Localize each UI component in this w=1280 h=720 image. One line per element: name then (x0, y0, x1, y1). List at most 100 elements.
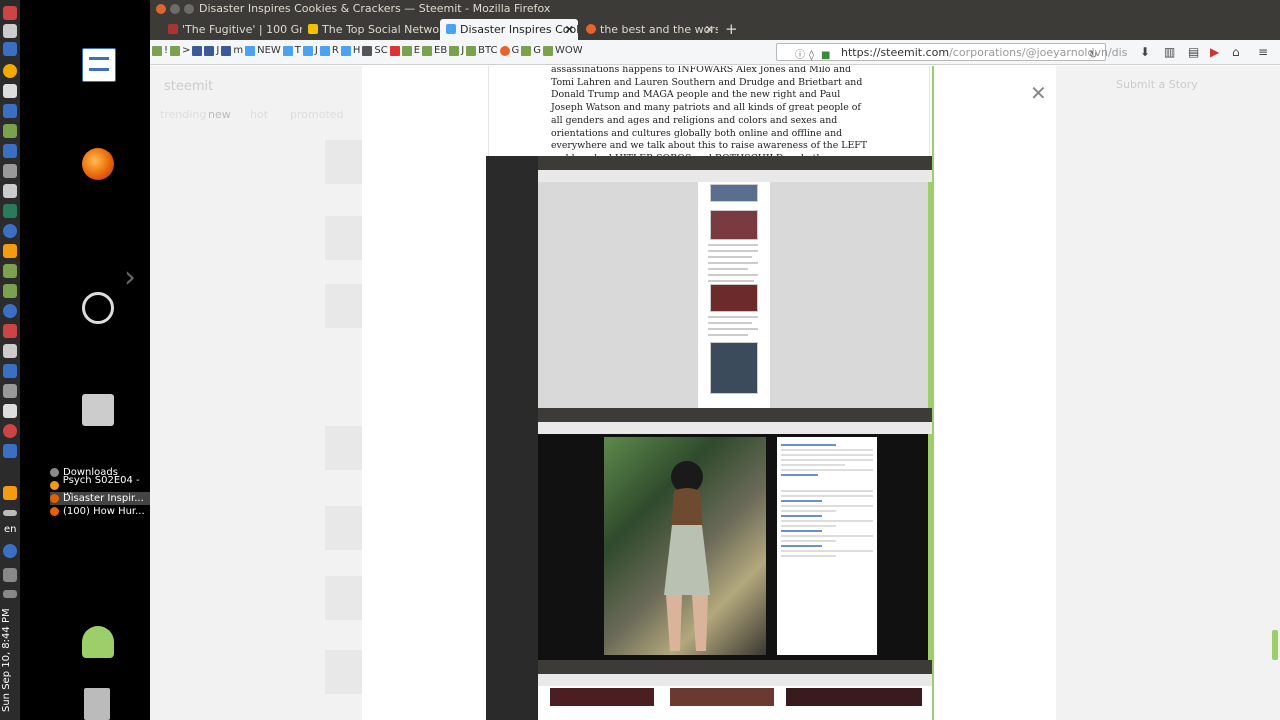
close-window-button[interactable] (156, 4, 166, 14)
bookmark[interactable]: H (340, 45, 360, 56)
bookmark[interactable]: J (302, 45, 318, 56)
steemit-logo: steemit (164, 79, 214, 94)
vlc-icon[interactable] (3, 244, 17, 258)
app-icon[interactable] (3, 384, 17, 398)
ubuntu-icon[interactable] (82, 292, 114, 324)
nav-trending: trending (160, 108, 207, 121)
nav-promoted: promoted (290, 108, 344, 121)
tab-active[interactable]: Disaster Inspires Cooki ✕ (440, 19, 578, 40)
app-icon[interactable] (3, 24, 17, 38)
shield-icon[interactable]: ◊ (809, 47, 814, 65)
bitcoin-icon[interactable] (3, 64, 17, 78)
embedded-titlebar (538, 156, 932, 170)
embedded-titlebar (538, 408, 932, 422)
bookmark[interactable]: J (449, 45, 464, 56)
bookmark[interactable]: R (319, 45, 339, 56)
bookmark[interactable]: > (170, 45, 190, 56)
close-tab-icon[interactable]: ✕ (565, 19, 574, 40)
folder-icon (401, 45, 412, 56)
folder-icon (152, 45, 162, 56)
post-image[interactable] (486, 156, 932, 720)
steemit-icon (446, 24, 456, 34)
app-icon[interactable] (3, 264, 17, 278)
trash-icon[interactable] (84, 688, 110, 720)
firefox-icon[interactable] (82, 148, 114, 180)
youtube-icon (389, 45, 400, 56)
download-icon[interactable]: ⬇ (1140, 45, 1150, 59)
tab[interactable]: 'The Fugitive' | 100 Gre (162, 19, 302, 40)
battery-icon[interactable] (3, 590, 17, 598)
menu-icon[interactable]: ≡ (1258, 45, 1268, 59)
bookmark[interactable]: T (282, 45, 301, 56)
tab[interactable]: the best and the worst ✕ (580, 19, 718, 40)
dock-item[interactable]: Psych S02E04 - ... (50, 475, 150, 497)
app-icon[interactable] (3, 124, 17, 138)
scrollbar-thumb[interactable] (1272, 630, 1278, 660)
app-icon[interactable] (3, 42, 17, 56)
bookmark[interactable]: J (192, 45, 219, 56)
app-icon[interactable] (3, 444, 17, 458)
url-bar[interactable]: ⓘ ◊ ■ https://steemit.com/corporations/@… (776, 43, 1127, 61)
folder-icon (50, 468, 59, 477)
chrome-icon[interactable] (3, 304, 17, 318)
home-icon[interactable]: ⌂ (1232, 45, 1240, 59)
photo-motorbike-rider (604, 437, 766, 655)
bookmark[interactable]: SC (362, 45, 388, 56)
app-icon[interactable] (3, 324, 17, 338)
lock-icon[interactable]: ■ (821, 47, 830, 65)
app-icon[interactable] (3, 224, 17, 238)
wifi-icon[interactable] (3, 510, 17, 516)
bookmark[interactable]: ! (152, 45, 168, 56)
user-icon[interactable] (82, 626, 114, 658)
bookmark[interactable]: G (499, 45, 519, 56)
rider-figure (664, 461, 710, 651)
language-indicator[interactable]: en (4, 524, 17, 535)
new-tab-button[interactable]: + (725, 19, 738, 40)
app-icon[interactable] (3, 284, 17, 298)
sidebar-icon[interactable]: ▤ (1188, 45, 1199, 59)
app-icon[interactable] (3, 184, 17, 198)
close-modal-icon[interactable]: ✕ (1030, 81, 1047, 105)
bookmark[interactable]: E (389, 45, 420, 56)
window-title: Disaster Inspires Cookies & Crackers — S… (199, 2, 551, 15)
app-icon[interactable] (3, 344, 17, 358)
app-icon[interactable] (3, 84, 17, 98)
facebook-icon (204, 45, 215, 56)
clock[interactable]: Sun Sep 10, 8:44 PM (1, 605, 19, 715)
app-icon[interactable] (3, 6, 17, 20)
app-icon[interactable] (3, 364, 17, 378)
bookmark[interactable]: m (221, 45, 243, 56)
reload-icon[interactable]: ↻ (1089, 47, 1097, 65)
app-icon[interactable] (3, 544, 17, 558)
volume-icon[interactable] (3, 568, 17, 582)
nav-bar: ! > J m NEW T J R H SC E EB J BTC G G WO… (150, 40, 1280, 65)
youtube-icon[interactable]: ▶ (1210, 45, 1219, 59)
bookmark[interactable]: BTC (466, 45, 498, 56)
bookmark[interactable]: NEW (245, 45, 281, 56)
minimize-window-button[interactable] (170, 4, 180, 14)
app-icon[interactable] (3, 164, 17, 178)
bookmark-icon (362, 45, 373, 56)
calculator-icon[interactable] (3, 104, 17, 118)
dock-item[interactable]: Disaster Inspir... (50, 492, 150, 505)
library-icon[interactable]: ▥ (1164, 45, 1175, 59)
close-tab-icon[interactable]: ✕ (705, 19, 714, 40)
terminal-icon[interactable] (3, 204, 17, 218)
bookmark[interactable]: EB (422, 45, 447, 56)
vlc-icon[interactable] (3, 486, 17, 500)
chevron-right-icon[interactable]: › (124, 260, 136, 295)
app-icon[interactable] (3, 404, 17, 418)
maximize-window-button[interactable] (184, 4, 194, 14)
app-icon[interactable] (3, 424, 17, 438)
tab[interactable]: The Top Social Networ (302, 19, 440, 40)
firefox-icon (50, 494, 59, 503)
title-bar[interactable]: Disaster Inspires Cookies & Crackers — S… (150, 0, 1280, 18)
bookmark[interactable]: WOW (543, 45, 583, 56)
dock-item[interactable]: (100) How Hur... (50, 505, 150, 518)
info-icon[interactable]: ⓘ (795, 47, 805, 65)
archive-icon[interactable] (82, 394, 114, 426)
bookmark[interactable]: G (521, 45, 541, 56)
document-icon[interactable] (82, 48, 116, 82)
lightning-icon (308, 24, 318, 34)
app-icon[interactable] (3, 144, 17, 158)
